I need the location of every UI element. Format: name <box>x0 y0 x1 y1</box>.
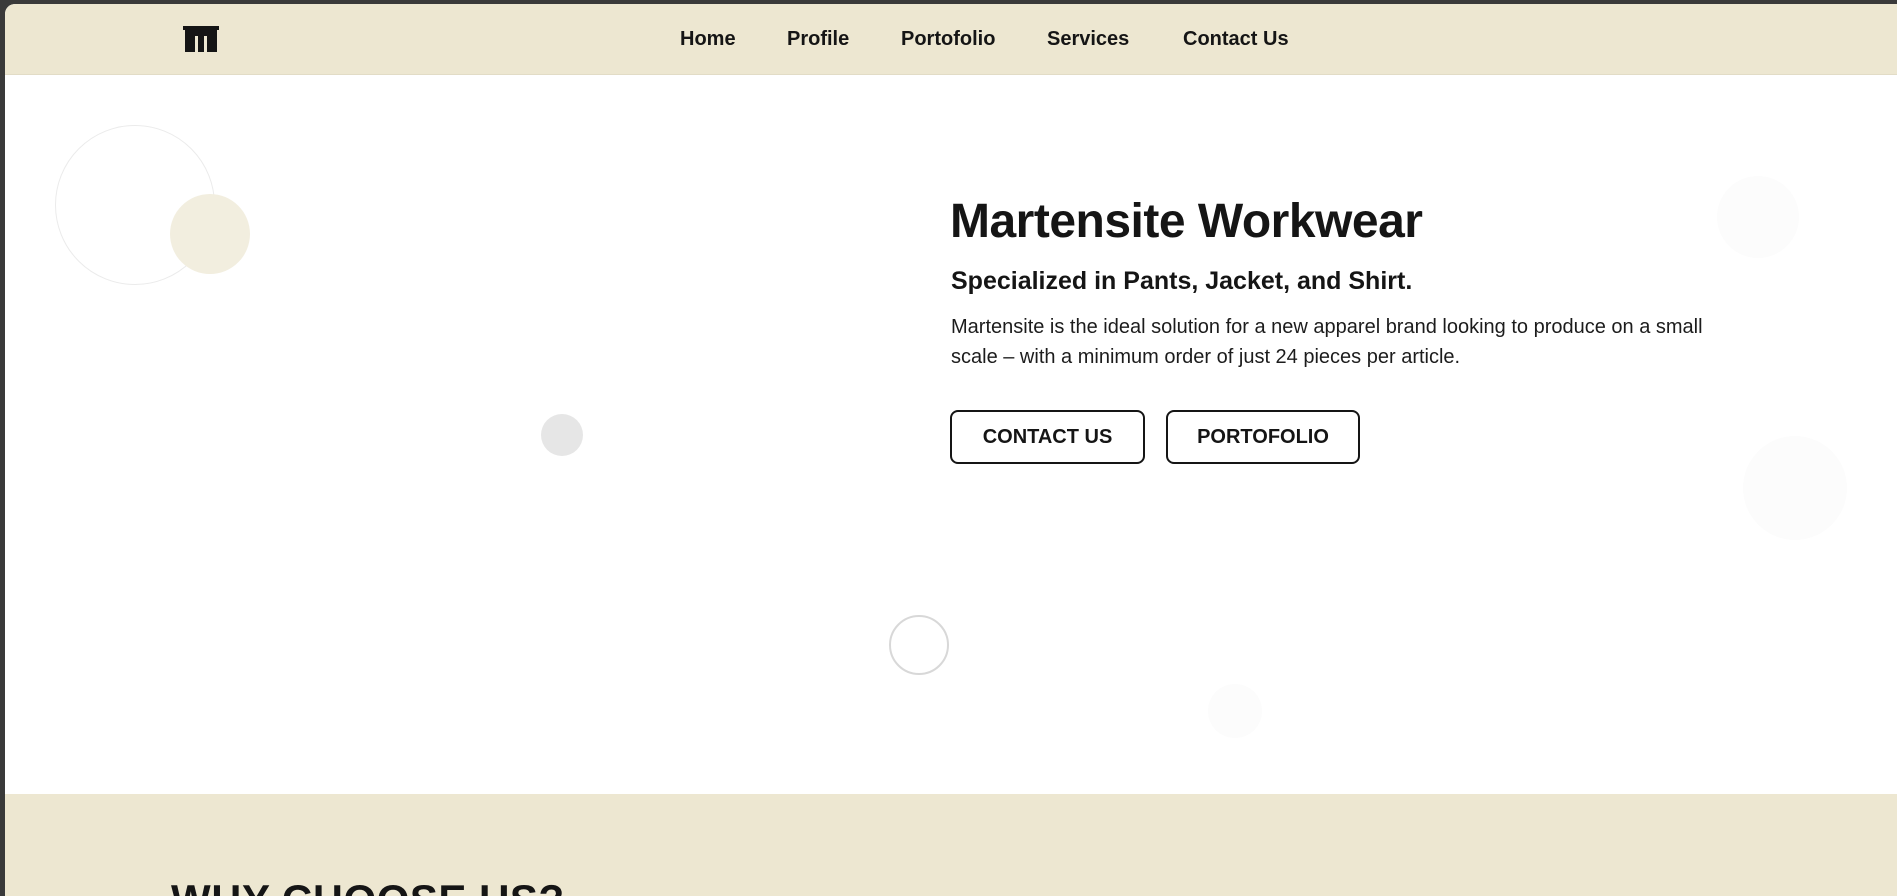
portofolio-button[interactable]: PORTOFOLIO <box>1166 410 1360 464</box>
contact-us-button[interactable]: CONTACT US <box>950 410 1145 464</box>
hero-subtitle: Specialized in Pants, Jacket, and Shirt. <box>951 267 1413 295</box>
hero-description: Martensite is the ideal solution for a n… <box>951 316 1703 368</box>
why-choose-us-title: WHY CHOOSE US? <box>171 876 565 896</box>
browser-viewport: Home Profile Portofolio Services Contact… <box>5 4 1897 896</box>
decorative-circle-faint <box>1717 176 1799 258</box>
nav-services[interactable]: Services <box>1047 28 1129 51</box>
decorative-circle-ring <box>889 615 949 675</box>
hero-title: Martensite Workwear <box>950 195 1423 248</box>
why-choose-us-section: WHY CHOOSE US? <box>5 794 1897 896</box>
decorative-circle-faint-small <box>1208 684 1262 738</box>
nav-profile[interactable]: Profile <box>787 28 849 51</box>
main-nav: Home Profile Portofolio Services Contact… <box>5 4 1897 75</box>
decorative-circle-grey <box>541 414 583 456</box>
nav-portofolio[interactable]: Portofolio <box>901 28 995 51</box>
site-header: Home Profile Portofolio Services Contact… <box>5 4 1897 75</box>
nav-contact-us[interactable]: Contact Us <box>1183 28 1289 51</box>
decorative-circle-beige <box>170 194 250 274</box>
decorative-circle-faint-large <box>1743 436 1847 540</box>
nav-home[interactable]: Home <box>680 28 736 51</box>
